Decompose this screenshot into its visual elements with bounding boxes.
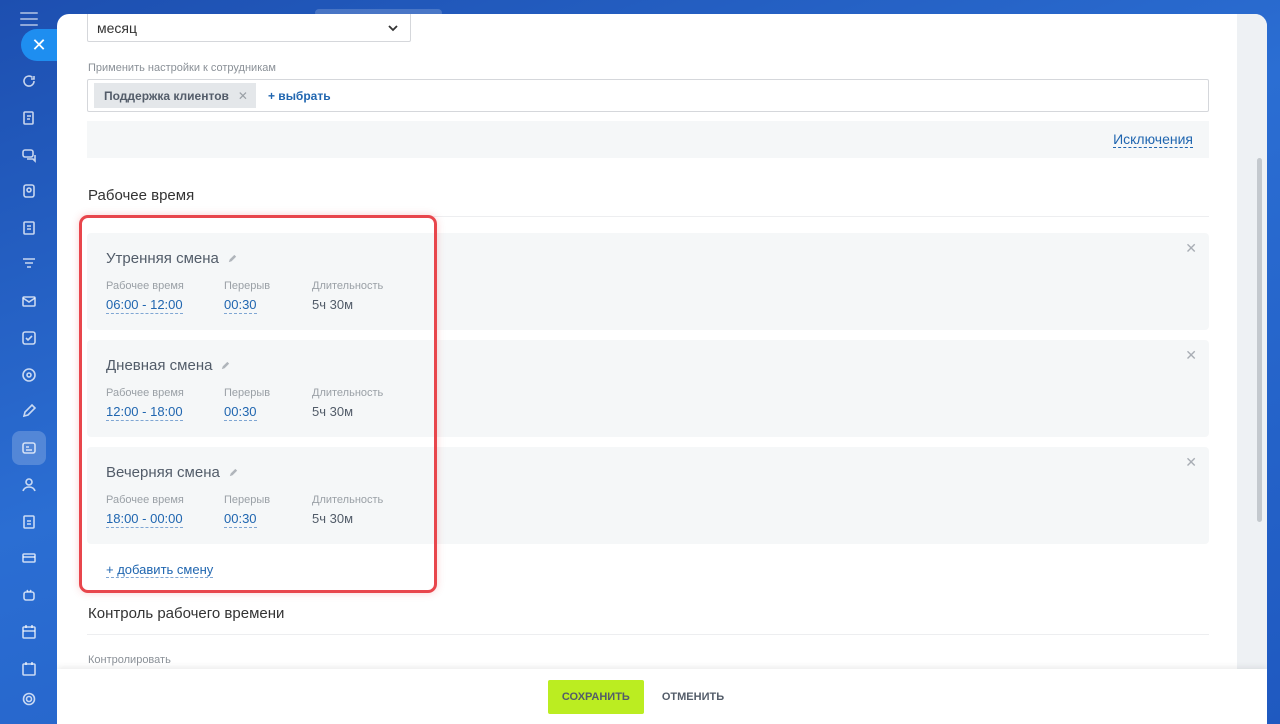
chevron-down-icon: [388, 25, 398, 32]
shift-card: Дневная смена Рабочее время 12:00 - 18:0…: [87, 340, 1209, 437]
mail-icon[interactable]: [12, 284, 46, 318]
shift-duration-value: 5ч 30м: [312, 297, 354, 312]
shift-name: Утренняя смена: [106, 250, 238, 267]
pen-icon[interactable]: [12, 394, 46, 428]
pencil-icon[interactable]: [220, 360, 231, 371]
shift-time-col: Рабочее время 12:00 - 18:00: [106, 387, 184, 421]
shift-break-label: Перерыв: [224, 494, 271, 506]
period-select-value: месяц: [97, 20, 138, 36]
document-icon[interactable]: [12, 211, 46, 245]
shift-time-value[interactable]: 18:00 - 00:00: [106, 511, 183, 528]
timeman-icon[interactable]: [12, 431, 46, 465]
refresh-icon[interactable]: [12, 64, 46, 98]
scrollbar-track[interactable]: [1237, 14, 1267, 724]
calendar-icon[interactable]: [12, 615, 46, 649]
remove-tag-icon[interactable]: ✕: [238, 89, 248, 103]
shift-name: Дневная смена: [106, 357, 231, 374]
filter-icon[interactable]: [12, 247, 46, 281]
pick-employees-link[interactable]: + выбрать: [268, 89, 331, 103]
close-icon[interactable]: ✕: [1185, 454, 1197, 471]
time-control-title: Контроль рабочего времени: [88, 605, 285, 622]
shift-duration-col: Длительность 5ч 30м: [312, 387, 383, 421]
shift-break-label: Перерыв: [224, 280, 271, 292]
settings-panel: месяц Применить настройки к сотрудникам …: [57, 14, 1267, 724]
shift-break-col: Перерыв 00:30: [224, 280, 270, 314]
shift-duration-col: Длительность 5ч 30м: [312, 280, 383, 314]
shift-duration-label: Длительность: [312, 387, 384, 399]
shift-name-text: Дневная смена: [106, 357, 213, 374]
shift-break-label: Перерыв: [224, 387, 271, 399]
shift-time-label: Рабочее время: [106, 494, 184, 506]
menu-icon[interactable]: [20, 12, 38, 30]
scrollbar-thumb[interactable]: [1257, 158, 1262, 522]
shift-time-col: Рабочее время 18:00 - 00:00: [106, 494, 184, 528]
shift-time-label: Рабочее время: [106, 280, 184, 292]
exceptions-bar: Исключения: [87, 121, 1209, 158]
gear-icon[interactable]: [12, 682, 46, 716]
footer-bar: СОХРАНИТЬ ОТМЕНИТЬ: [57, 669, 1267, 724]
close-slider-button[interactable]: ✕: [21, 29, 57, 61]
control-field-label: Контролировать: [88, 654, 171, 666]
shift-duration-label: Длительность: [312, 280, 384, 292]
exceptions-link[interactable]: Исключения: [1113, 131, 1193, 148]
close-icon[interactable]: ✕: [1185, 347, 1197, 364]
checkbox-icon[interactable]: [12, 321, 46, 355]
save-button[interactable]: СОХРАНИТЬ: [547, 679, 644, 714]
calendar-icon[interactable]: [12, 652, 46, 686]
shift-break-value[interactable]: 00:30: [224, 404, 257, 421]
employee-tag[interactable]: Поддержка клиентов ✕: [94, 83, 256, 108]
shift-card: Вечерняя смена Рабочее время 18:00 - 00:…: [87, 447, 1209, 544]
chat-icon[interactable]: [12, 138, 46, 172]
pencil-icon[interactable]: [227, 253, 238, 264]
target-icon[interactable]: [12, 358, 46, 392]
shift-break-col: Перерыв 00:30: [224, 387, 270, 421]
shift-duration-value: 5ч 30м: [312, 511, 354, 526]
shift-break-value[interactable]: 00:30: [224, 297, 257, 314]
apply-to-label: Применить настройки к сотрудникам: [88, 62, 276, 74]
divider: [87, 216, 1209, 217]
shift-duration-col: Длительность 5ч 30м: [312, 494, 383, 528]
shift-break-value[interactable]: 00:30: [224, 511, 257, 528]
shift-card: Утренняя смена Рабочее время 06:00 - 12:…: [87, 233, 1209, 330]
shift-time-value[interactable]: 12:00 - 18:00: [106, 404, 183, 421]
file-icon[interactable]: [12, 505, 46, 539]
shift-time-col: Рабочее время 06:00 - 12:00: [106, 280, 184, 314]
work-time-title: Рабочее время: [88, 187, 195, 204]
divider: [87, 634, 1209, 635]
robot-icon[interactable]: [12, 578, 46, 612]
users-icon[interactable]: [12, 468, 46, 502]
period-select[interactable]: месяц: [87, 14, 411, 42]
shift-name-text: Утренняя смена: [106, 250, 219, 267]
shift-break-col: Перерыв 00:30: [224, 494, 270, 528]
shift-time-value[interactable]: 06:00 - 12:00: [106, 297, 183, 314]
cancel-button[interactable]: ОТМЕНИТЬ: [662, 691, 724, 703]
employees-selector[interactable]: Поддержка клиентов ✕ + выбрать: [87, 79, 1209, 112]
shift-name: Вечерняя смена: [106, 464, 239, 481]
pencil-icon[interactable]: [228, 467, 239, 478]
edit-doc-icon[interactable]: [12, 101, 46, 135]
add-shift-link[interactable]: + добавить смену: [106, 562, 214, 578]
shift-duration-label: Длительность: [312, 494, 384, 506]
close-icon[interactable]: ✕: [1185, 240, 1197, 257]
shift-time-label: Рабочее время: [106, 387, 184, 399]
shift-duration-value: 5ч 30м: [312, 404, 354, 419]
left-sidebar: ✕: [0, 0, 57, 724]
shift-name-text: Вечерняя смена: [106, 464, 220, 481]
contact-center-icon[interactable]: [12, 174, 46, 208]
card-icon[interactable]: [12, 541, 46, 575]
employee-tag-label: Поддержка клиентов: [104, 88, 229, 103]
